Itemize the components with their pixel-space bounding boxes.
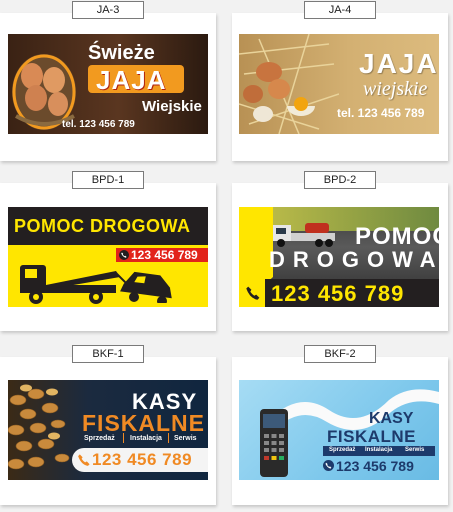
service-instalacja: Instalacja [365,447,393,453]
coins-image [8,384,70,470]
divider [168,433,169,443]
phone-number: 123 456 789 [271,281,405,306]
phone-icon [78,454,90,466]
headline-wiejskie: Wiejskie [142,98,202,115]
headline-swieze: Świeże [88,42,155,64]
phone-number: tel. 123 456 789 [337,106,425,120]
product-card-ja3[interactable]: JA-3 Świeże JAJA Wiejskie tel. 123 456 7… [0,1,216,161]
product-card-bkf1[interactable]: BKF-1 KASY FISKALNE Sprzedaż Instalacja … [0,345,216,505]
product-code-label: BPD-1 [72,171,144,189]
product-card-bpd2[interactable]: BPD-2 POMOC DROGOWA 123 456 789 [232,171,448,331]
phone-icon [323,460,334,471]
headline-drogowa: DROGOWA [269,247,439,272]
headline-fiskalne: FISKALNE [327,427,416,446]
headline-fiskalne: FISKALNE [82,410,205,436]
phone-number: 123 456 789 [92,450,193,469]
banner-ja3: Świeże JAJA Wiejskie tel. 123 456 789 [8,34,208,134]
phone-number: tel. 123 456 789 [62,119,135,130]
product-card-bkf2[interactable]: BKF-2 KASY FISKALNE Sprzedaż Instalacja … [232,345,448,505]
banner-bkf2: KASY FISKALNE Sprzedaż Instalacja Serwis… [239,380,439,480]
divider [123,433,124,443]
headline-kasy: KASY [369,410,414,427]
banner-bpd2: POMOC DROGOWA 123 456 789 [239,207,439,307]
headline-wiejskie: wiejskie [363,78,428,100]
banner-ja4: JAJA wiejskie tel. 123 456 789 [239,34,439,134]
car-icon [120,271,172,303]
service-serwis: Serwis [174,435,197,442]
product-code-label: JA-3 [72,1,144,19]
product-code-label: BPD-2 [304,171,376,189]
product-code-label: JA-4 [304,1,376,19]
phone-icon [246,286,260,300]
product-card-bpd1[interactable]: BPD-1 POMOC DROGOWA 123 456 789 [0,171,216,331]
banner-bpd1: POMOC DROGOWA 123 456 789 [8,207,208,307]
banner-bkf1: KASY FISKALNE Sprzedaż Instalacja Serwis… [8,380,208,480]
headline-jaja: JAJA [96,65,167,95]
phone-number: 123 456 789 [336,458,414,474]
straw-image [239,34,339,134]
service-instalacja: Instalacja [130,435,162,442]
service-serwis: Serwis [405,447,425,453]
truck-image [273,223,335,247]
product-code-label: BKF-1 [72,345,144,363]
service-sprzedaz: Sprzedaż [329,447,356,453]
product-code-label: BKF-2 [304,345,376,363]
headline-jaja: JAJA [359,48,439,79]
receipt-paper-image [269,389,439,430]
product-card-ja4[interactable]: JA-4 JAJA wiejskie tel. 123 456 789 [232,1,448,161]
service-sprzedaz: Sprzedaż [84,435,115,442]
headline-pomoc-drogowa: POMOC DROGOWA [14,216,191,236]
payment-terminal-icon [260,409,288,477]
